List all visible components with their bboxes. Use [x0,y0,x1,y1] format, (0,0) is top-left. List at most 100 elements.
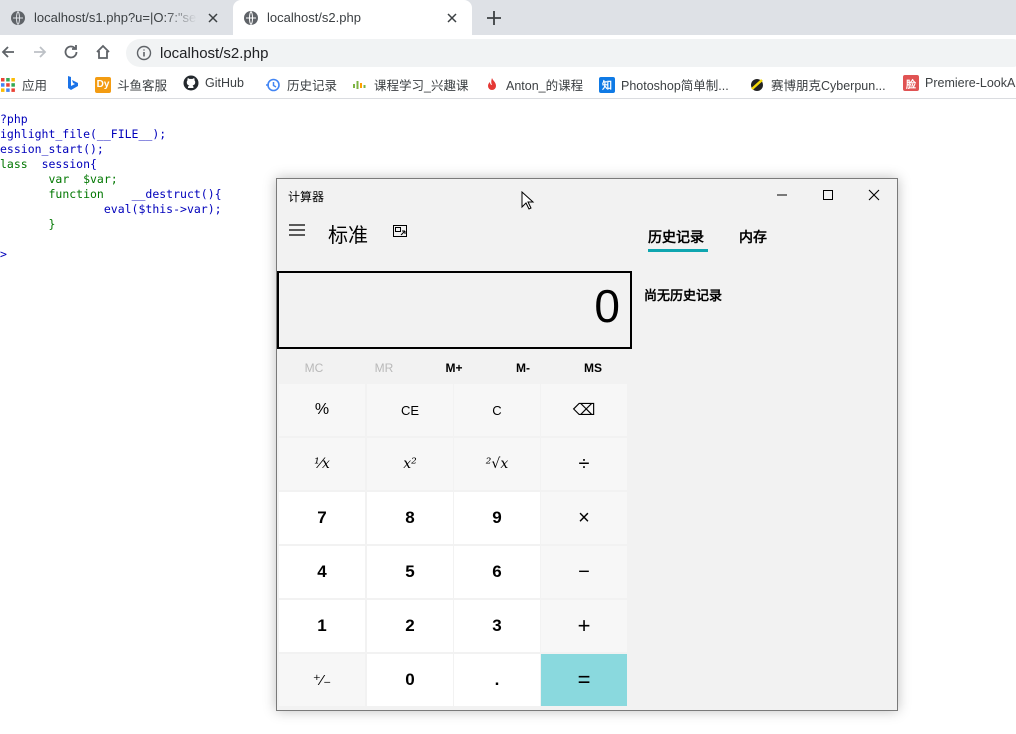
mode-title: 标准 [328,225,368,247]
equals-button[interactable]: = [541,654,627,706]
tab-s2[interactable]: localhost/s2.php [233,0,472,35]
multiply-button[interactable]: × [541,492,627,544]
bookmark-label: Photoshop简单制... [621,79,729,93]
tab-memory[interactable]: 内存 [739,227,767,247]
course-icon [353,80,366,89]
globe-icon [244,10,258,25]
close-button[interactable] [851,179,897,211]
display-value: 0 [594,280,620,332]
tab-s1[interactable]: localhost/s1.php?u=|O:7:"sessi [0,0,233,35]
code-keyword: function [48,187,104,201]
bookmark-douyu[interactable]: Dy 斗鱼客服 [95,75,167,94]
bookmark-label: 赛博朋克Cyberpun... [771,79,886,93]
digit-1-button[interactable]: 1 [279,600,365,652]
minimize-icon [777,194,787,196]
code-line: session{ [41,157,97,171]
digit-3-button[interactable]: 3 [454,600,540,652]
apps-grid-icon [1,77,15,92]
maximize-icon [823,190,833,200]
bookmark-label: 斗鱼客服 [117,79,168,93]
code-line: } [48,217,56,231]
sqrt-button[interactable]: ²√x [454,438,540,490]
bookmark-cyberpunk[interactable]: 赛博朋克Cyberpun... [749,75,886,94]
github-icon [183,75,199,91]
reload-icon[interactable] [62,43,80,61]
bookmark-label: GitHub [205,76,244,90]
keep-on-top-icon[interactable] [392,223,408,239]
bookmark-label: Anton_的课程 [506,79,584,93]
digit-5-button[interactable]: 5 [367,546,453,598]
m-minus-button[interactable]: M- [488,355,558,381]
mr-button[interactable]: MR [349,355,419,381]
code-keyword: lass [0,157,28,171]
bookmark-course[interactable]: 课程学习_兴趣课 [352,75,468,94]
premiere-icon: 脸 [903,75,919,91]
close-icon [868,189,880,201]
address-text: localhost/s2.php [160,44,269,62]
negate-button[interactable]: ⁺⁄₋ [279,654,365,706]
cyberpunk-icon [751,78,763,91]
bookmarks-bar: 应用 Dy 斗鱼客服 GitHub 历史记录 课程学习_兴趣课 Anton_的课… [0,69,1016,99]
backspace-button[interactable]: ⌫ [541,384,627,436]
bookmark-label: 课程学习_兴趣课 [374,79,469,93]
bookmark-anton[interactable]: Anton_的课程 [484,75,583,94]
calculator-window: 计算器 标准 0 MC MR M+ M- MS % CE C ⌫ ¹⁄x x² … [276,178,898,711]
maximize-button[interactable] [805,179,851,211]
digit-8-button[interactable]: 8 [367,492,453,544]
ce-button[interactable]: CE [367,384,453,436]
flame-icon [488,77,496,90]
mc-button[interactable]: MC [279,355,349,381]
bookmark-apps[interactable]: 应用 [0,75,47,94]
m-plus-button[interactable]: M+ [419,355,489,381]
code-line: var $var; [48,172,118,186]
calculator-display: 0 [277,271,632,349]
address-bar[interactable]: localhost/s2.php [126,39,1016,67]
mouse-cursor-icon [521,191,535,210]
globe-icon [11,10,25,25]
bing-icon [68,76,78,90]
digit-9-button[interactable]: 9 [454,492,540,544]
code-line: ?php [0,112,28,126]
bookmark-label: Premiere-LookA [925,76,1016,90]
decimal-button[interactable]: . [454,654,540,706]
divide-button[interactable]: ÷ [541,438,627,490]
bookmark-bing[interactable] [64,75,86,91]
tab-title: localhost/s1.php?u=|O:7:"sessi [34,10,197,25]
code-line: ighlight_file(__FILE__); [0,127,167,141]
square-button[interactable]: x² [367,438,453,490]
digit-7-button[interactable]: 7 [279,492,365,544]
php-source-code: ?php ighlight_file(__FILE__); ession_sta… [0,112,222,262]
back-icon[interactable] [0,43,18,61]
percent-button[interactable]: % [279,384,365,436]
close-icon[interactable] [444,10,460,26]
digit-2-button[interactable]: 2 [367,600,453,652]
c-button[interactable]: C [454,384,540,436]
reciprocal-button[interactable]: ¹⁄x [279,438,365,490]
close-icon[interactable] [205,10,221,26]
bookmark-label: 应用 [22,79,48,93]
bookmark-history[interactable]: 历史记录 [265,75,337,94]
bookmark-premiere[interactable]: 脸 Premiere-LookA [903,75,1015,91]
memory-row: MC MR M+ M- MS [277,355,629,381]
code-line: eval($this->var); [103,202,222,216]
subtract-button[interactable]: − [541,546,627,598]
hamburger-menu-icon[interactable] [287,222,307,238]
tab-strip: localhost/s1.php?u=|O:7:"sessi localhost… [0,0,1016,35]
digit-4-button[interactable]: 4 [279,546,365,598]
window-title: 计算器 [288,190,325,204]
minimize-button[interactable] [759,179,805,211]
digit-6-button[interactable]: 6 [454,546,540,598]
forward-icon[interactable] [30,43,48,61]
calculator-titlebar[interactable]: 计算器 [277,179,897,211]
bookmark-photoshop[interactable]: 知 Photoshop简单制... [599,75,729,94]
info-icon[interactable] [136,45,152,61]
digit-0-button[interactable]: 0 [367,654,453,706]
code-line: > [0,247,7,261]
home-icon[interactable] [94,43,112,61]
active-tab-indicator [648,249,708,252]
bookmark-github[interactable]: GitHub [183,75,244,91]
add-button[interactable]: + [541,600,627,652]
new-tab-icon[interactable] [484,8,504,28]
tab-history[interactable]: 历史记录 [648,227,704,247]
ms-button[interactable]: MS [558,355,628,381]
